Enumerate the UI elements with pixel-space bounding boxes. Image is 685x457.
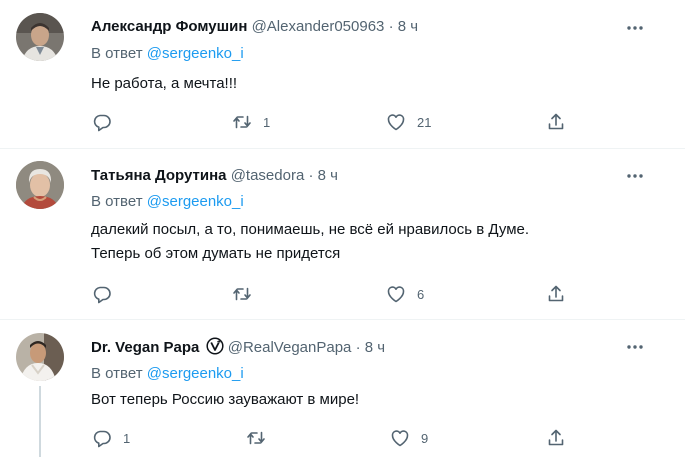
share-icon xyxy=(548,285,564,302)
reply-mention-link[interactable]: @sergeenko_i xyxy=(147,193,244,210)
tweet-3[interactable]: Dr. Vegan Papa @RealVeganPapa · 8 ч В от… xyxy=(0,320,685,457)
more-button[interactable] xyxy=(622,337,648,357)
tweet-header: Александр Фомушин @Alexander050963 · 8 ч xyxy=(91,17,418,37)
thread-line xyxy=(39,386,41,457)
reply-context: В ответ @sergeenko_i xyxy=(91,44,244,64)
retweet-icon xyxy=(233,115,251,129)
retweet-icon xyxy=(233,287,251,301)
like-icon xyxy=(391,430,409,447)
reply-icon xyxy=(93,286,111,304)
tweet-header: Татьяна Дорутина @tasedora · 8 ч xyxy=(91,166,338,186)
like-count: 6 xyxy=(417,286,425,302)
separator-dot: · xyxy=(355,339,361,356)
avatar[interactable] xyxy=(16,13,64,61)
like-icon xyxy=(387,114,405,131)
more-icon xyxy=(627,174,643,178)
author-name[interactable]: Александр Фомушин xyxy=(91,18,247,35)
author-handle[interactable]: @Alexander050963 xyxy=(252,18,385,35)
reply-prefix: В ответ xyxy=(91,45,143,62)
tweet-text: Вот теперь Россию зауважают в мире! xyxy=(91,391,360,408)
reply-icon xyxy=(93,430,111,448)
share-button[interactable] xyxy=(546,283,566,305)
reply-context: В ответ @sergeenko_i xyxy=(91,364,244,384)
share-button[interactable] xyxy=(546,427,566,449)
avatar[interactable] xyxy=(16,333,64,381)
retweet-icon xyxy=(247,431,265,445)
retweet-button[interactable]: 1 xyxy=(232,111,270,133)
more-button[interactable] xyxy=(622,166,648,186)
author-handle[interactable]: @RealVeganPapa xyxy=(228,339,352,356)
tweet-text: далекий посыл, а то, понимаешь, не всё е… xyxy=(91,220,651,264)
like-button[interactable]: 21 xyxy=(386,111,431,133)
retweet-button[interactable] xyxy=(246,427,277,449)
timestamp[interactable]: 8 ч xyxy=(365,339,385,356)
author-handle[interactable]: @tasedora xyxy=(231,167,305,184)
reply-button[interactable] xyxy=(92,111,123,133)
like-icon xyxy=(387,286,405,303)
reply-count: 1 xyxy=(123,430,131,446)
reply-button[interactable] xyxy=(92,283,123,305)
reply-mention-link[interactable]: @sergeenko_i xyxy=(147,365,244,382)
tweet-text-line: Теперь об этом думать не придется xyxy=(91,245,341,262)
tweet-header: Dr. Vegan Papa @RealVeganPapa · 8 ч xyxy=(91,337,385,357)
reply-mention-link[interactable]: @sergeenko_i xyxy=(147,45,244,62)
separator-dot: · xyxy=(308,167,314,184)
avatar[interactable] xyxy=(16,161,64,209)
vegan-v-circle-icon xyxy=(206,337,224,361)
retweet-count: 1 xyxy=(263,114,271,130)
more-icon xyxy=(627,345,643,349)
like-count: 21 xyxy=(417,114,432,130)
share-icon xyxy=(548,113,564,130)
retweet-button[interactable] xyxy=(232,283,263,305)
timestamp[interactable]: 8 ч xyxy=(318,167,338,184)
like-button[interactable]: 6 xyxy=(386,283,424,305)
tweet-text-line: далекий посыл, а то, понимаешь, не всё е… xyxy=(91,221,530,238)
like-button[interactable]: 9 xyxy=(390,427,428,449)
separator-dot: · xyxy=(388,18,394,35)
reply-icon xyxy=(93,114,111,132)
share-button[interactable] xyxy=(546,111,566,133)
like-count: 9 xyxy=(421,430,429,446)
more-icon xyxy=(627,26,643,30)
reply-prefix: В ответ xyxy=(91,365,143,382)
timestamp[interactable]: 8 ч xyxy=(398,18,418,35)
more-button[interactable] xyxy=(622,18,648,38)
author-name[interactable]: Татьяна Дорутина xyxy=(91,167,227,184)
share-icon xyxy=(548,429,564,446)
tweet-2[interactable]: Татьяна Дорутина @tasedora · 8 ч В ответ… xyxy=(0,149,685,319)
reply-context: В ответ @sergeenko_i xyxy=(91,192,244,212)
reply-button[interactable]: 1 xyxy=(92,427,130,449)
reply-prefix: В ответ xyxy=(91,193,143,210)
tweet-text: Не работа, а мечта!!! xyxy=(91,75,238,92)
author-name[interactable]: Dr. Vegan Papa xyxy=(91,339,199,356)
tweet-1[interactable]: Александр Фомушин @Alexander050963 · 8 ч… xyxy=(0,0,685,148)
